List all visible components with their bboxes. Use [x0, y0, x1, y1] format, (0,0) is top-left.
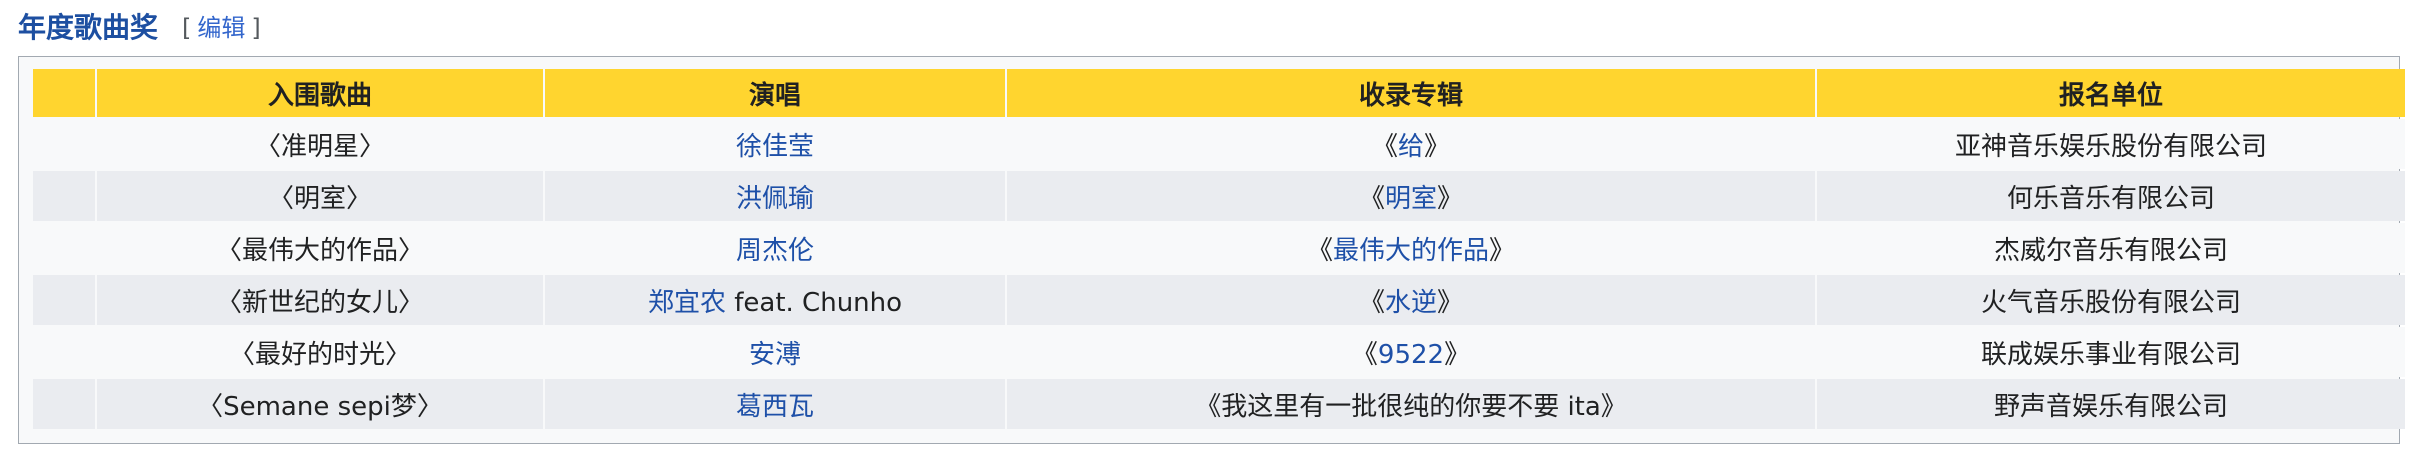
award-table-container: 入围歌曲 演唱 收录专辑 报名单位 〈准明星〉 徐佳莹 《给》 亚神音乐娱乐股份… — [18, 56, 2405, 444]
album-cell: 《我这里有一批很纯的你要不要 ita》 — [1007, 379, 1815, 429]
song-cell: 〈最伟大的作品〉 — [97, 223, 543, 273]
artist-cell: 郑宜农 feat. Chunho — [545, 275, 1005, 325]
album-link[interactable]: 9522 — [1378, 340, 1444, 370]
company-cell: 火气音乐股份有限公司 — [1817, 275, 2405, 325]
album-cell: 《明室》 — [1007, 171, 1815, 221]
row-index-cell — [33, 327, 95, 377]
row-index-cell — [33, 275, 95, 325]
album-quote-close: 》 — [1437, 287, 1464, 318]
header-album: 收录专辑 — [1007, 69, 1815, 117]
row-index-cell — [33, 379, 95, 429]
song-cell: 〈Semane sepi梦〉 — [97, 379, 543, 429]
company-cell: 野声音娱乐有限公司 — [1817, 379, 2405, 429]
artist-cell: 周杰伦 — [545, 223, 1005, 273]
artist-link[interactable]: 徐佳莹 — [736, 132, 814, 162]
row-index-cell — [33, 119, 95, 169]
album-quote-open: 《 — [1306, 235, 1333, 266]
album-quote-close: 》 — [1437, 183, 1464, 214]
album-link[interactable]: 最伟大的作品 — [1333, 236, 1489, 266]
album-link[interactable]: 给 — [1398, 132, 1424, 162]
artist-cell: 葛西瓦 — [545, 379, 1005, 429]
edit-bracket-open: [ — [182, 14, 192, 42]
header-song: 入围歌曲 — [97, 69, 543, 117]
artist-suffix: feat. Chunho — [725, 287, 903, 318]
album-quote-open: 《 — [1371, 131, 1398, 162]
table-row: 〈Semane sepi梦〉 葛西瓦 《我这里有一批很纯的你要不要 ita》 野… — [33, 379, 2405, 429]
row-index-cell — [33, 223, 95, 273]
album-quote-close: 》 — [1489, 235, 1516, 266]
table-header-row: 入围歌曲 演唱 收录专辑 报名单位 — [33, 69, 2405, 117]
album-quote-close: 》 — [1424, 131, 1451, 162]
album-link[interactable]: 明室 — [1385, 184, 1437, 214]
album-cell: 《9522》 — [1007, 327, 1815, 377]
album-cell: 《水逆》 — [1007, 275, 1815, 325]
album-quote-close: 》 — [1444, 339, 1471, 370]
artist-cell: 洪佩瑜 — [545, 171, 1005, 221]
table-row: 〈准明星〉 徐佳莹 《给》 亚神音乐娱乐股份有限公司 — [33, 119, 2405, 169]
award-table: 入围歌曲 演唱 收录专辑 报名单位 〈准明星〉 徐佳莹 《给》 亚神音乐娱乐股份… — [31, 67, 2407, 431]
song-cell: 〈新世纪的女儿〉 — [97, 275, 543, 325]
artist-link[interactable]: 洪佩瑜 — [736, 184, 814, 214]
song-cell: 〈准明星〉 — [97, 119, 543, 169]
table-row: 〈最伟大的作品〉 周杰伦 《最伟大的作品》 杰威尔音乐有限公司 — [33, 223, 2405, 273]
artist-link[interactable]: 安溥 — [749, 340, 801, 370]
album-link[interactable]: 水逆 — [1385, 288, 1437, 318]
album-title: 《我这里有一批很纯的你要不要 ita》 — [1195, 391, 1627, 422]
header-index — [33, 69, 95, 117]
company-cell: 杰威尔音乐有限公司 — [1817, 223, 2405, 273]
table-row: 〈最好的时光〉 安溥 《9522》 联成娱乐事业有限公司 — [33, 327, 2405, 377]
album-quote-open: 《 — [1351, 339, 1378, 370]
album-quote-open: 《 — [1358, 287, 1385, 318]
artist-link[interactable]: 郑宜农 — [648, 288, 726, 318]
artist-cell: 安溥 — [545, 327, 1005, 377]
album-quote-open: 《 — [1358, 183, 1385, 214]
song-cell: 〈明室〉 — [97, 171, 543, 221]
album-cell: 《最伟大的作品》 — [1007, 223, 1815, 273]
section-heading: 年度歌曲奖 [编辑] — [18, 8, 261, 48]
artist-link[interactable]: 葛西瓦 — [736, 392, 814, 422]
table-row: 〈明室〉 洪佩瑜 《明室》 何乐音乐有限公司 — [33, 171, 2405, 221]
header-artist: 演唱 — [545, 69, 1005, 117]
company-cell: 联成娱乐事业有限公司 — [1817, 327, 2405, 377]
edit-section: [编辑] — [182, 8, 261, 48]
edit-bracket-close: ] — [251, 14, 261, 42]
row-index-cell — [33, 171, 95, 221]
section-title: 年度歌曲奖 — [18, 11, 159, 44]
header-company: 报名单位 — [1817, 69, 2405, 117]
artist-cell: 徐佳莹 — [545, 119, 1005, 169]
company-cell: 亚神音乐娱乐股份有限公司 — [1817, 119, 2405, 169]
table-row: 〈新世纪的女儿〉 郑宜农 feat. Chunho 《水逆》 火气音乐股份有限公… — [33, 275, 2405, 325]
song-cell: 〈最好的时光〉 — [97, 327, 543, 377]
company-cell: 何乐音乐有限公司 — [1817, 171, 2405, 221]
album-cell: 《给》 — [1007, 119, 1815, 169]
artist-link[interactable]: 周杰伦 — [736, 236, 814, 266]
edit-link[interactable]: 编辑 — [197, 14, 245, 42]
